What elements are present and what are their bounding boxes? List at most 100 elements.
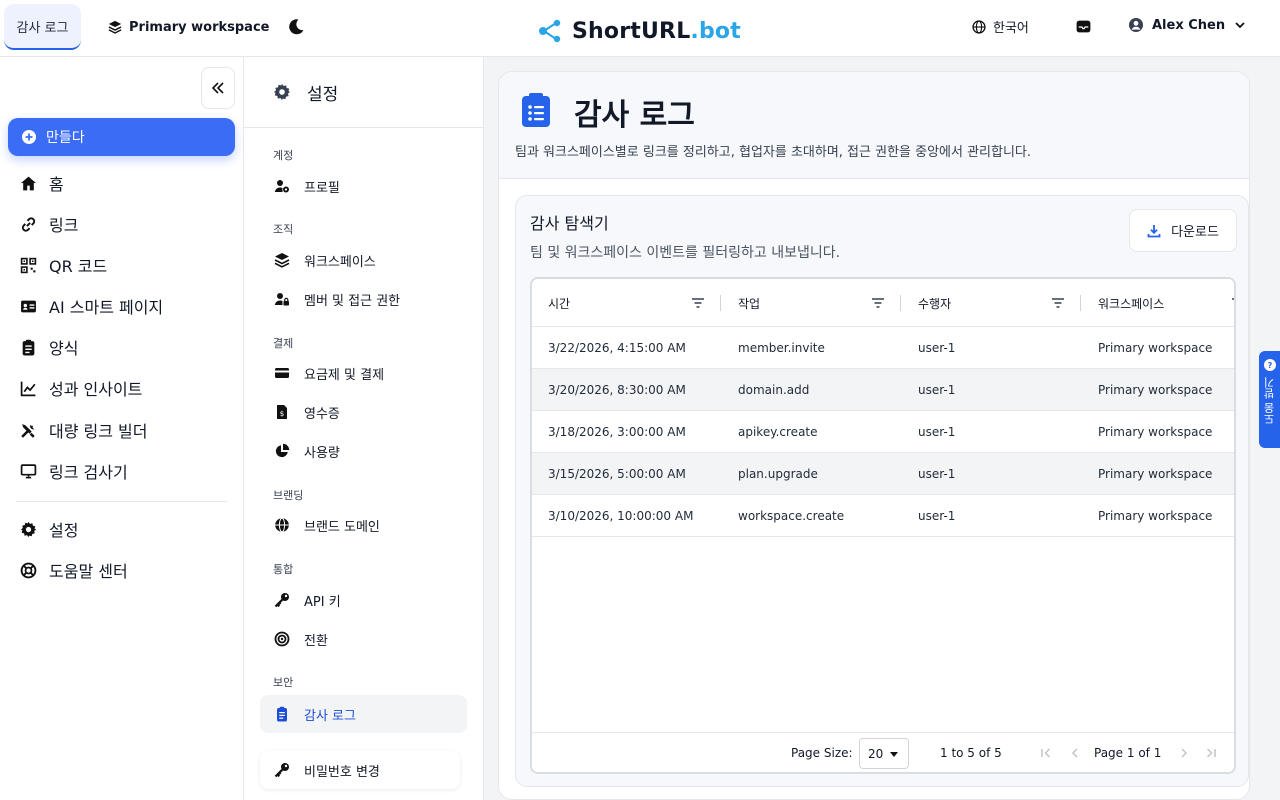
home-icon (21, 176, 36, 190)
key-icon (274, 763, 289, 778)
create-button[interactable]: 만들다 (8, 118, 235, 156)
explorer-subtitle: 팀 및 워크스페이스 이벤트를 필터링하고 내보냅니다. (530, 245, 841, 261)
monitor-icon (20, 463, 37, 478)
settings-item-plan-billing[interactable]: 요금제 및 결제 (260, 354, 467, 392)
settings-title: 설정 (307, 84, 339, 105)
collapse-sidebar-button[interactable] (201, 67, 235, 109)
page-size-select[interactable]: 20 (859, 738, 909, 769)
table-row[interactable]: 3/22/2026, 4:15:00 AM member.invite user… (532, 327, 1234, 369)
nav-label: 링크 검사기 (49, 463, 128, 482)
settings-item-brand-domain[interactable]: 브랜드 도메인 (260, 506, 467, 544)
settings-item-change-password[interactable]: 비밀번호 변경 (260, 751, 460, 789)
settings-item-api-keys[interactable]: API 키 (260, 581, 467, 619)
tab-audit-log[interactable]: 감사 로그 (4, 4, 81, 50)
nav-qr-codes[interactable]: QR 코드 (20, 253, 107, 277)
settings-item-profile[interactable]: 프로필 (260, 167, 467, 205)
table-row[interactable]: 3/18/2026, 3:00:00 AM apikey.create user… (532, 411, 1234, 453)
nav-forms[interactable]: 양식 (20, 335, 78, 359)
column-header-time[interactable]: 시간 (548, 279, 570, 327)
first-page-icon[interactable] (1040, 747, 1052, 759)
pie-chart-icon (275, 443, 290, 458)
settings-item-audit-log[interactable]: 감사 로그 (260, 695, 467, 733)
logo[interactable]: ShortURL.bot (536, 14, 741, 48)
settings-item-members[interactable]: 멤버 및 접근 권한 (260, 280, 467, 318)
column-header-actor[interactable]: 수행자 (918, 279, 951, 327)
settings-item-label: 비밀번호 변경 (304, 764, 380, 780)
filter-icon[interactable] (691, 296, 705, 310)
table-row[interactable]: 3/20/2026, 8:30:00 AM domain.add user-1 … (532, 369, 1234, 411)
column-separator[interactable] (720, 295, 721, 311)
gear-icon (273, 83, 291, 101)
next-page-icon[interactable] (1178, 747, 1190, 759)
audit-table: 시간 작업 수행자 워크스페이스 3/22/2026, 4:15:00 AM m… (530, 277, 1236, 774)
lifebuoy-icon (20, 562, 37, 578)
section-label-account: 계정 (273, 149, 294, 162)
section-label-organization: 조직 (273, 223, 294, 236)
column-header-action[interactable]: 작업 (738, 279, 760, 327)
section-label-integrations: 통합 (273, 563, 294, 576)
workspace-switcher[interactable]: Primary workspace (108, 16, 269, 38)
settings-item-usage[interactable]: 사용량 (260, 432, 467, 470)
section-label-security: 보안 (273, 676, 294, 689)
logo-text: ShortURL.bot (572, 18, 741, 44)
filter-icon[interactable] (1051, 296, 1065, 310)
nav-links[interactable]: 링크 (20, 212, 78, 236)
double-chevron-left-icon (211, 82, 224, 94)
question-circle-icon: ? (1263, 359, 1276, 371)
download-button[interactable]: 다운로드 (1129, 209, 1237, 252)
nav-label: 성과 인사이트 (49, 380, 143, 399)
settings-item-label: 브랜드 도메인 (304, 519, 380, 535)
qr-code-icon (20, 257, 37, 273)
nav-help-center[interactable]: 도움말 센터 (20, 558, 128, 582)
table-row[interactable]: 3/10/2026, 10:00:00 AM workspace.create … (532, 495, 1234, 537)
page-title: 감사 로그 (574, 98, 695, 133)
plus-circle-icon (22, 130, 36, 144)
last-page-icon[interactable] (1205, 747, 1217, 759)
key-icon (274, 593, 289, 608)
settings-item-receipts[interactable]: $ 영수증 (260, 393, 467, 431)
page-indicator: Page 1 of 1 (1094, 746, 1162, 760)
section-label-billing: 결제 (273, 337, 294, 350)
layers-icon (274, 253, 290, 268)
column-separator[interactable] (1080, 295, 1081, 311)
filter-icon[interactable] (1231, 296, 1236, 310)
cell-time: 3/18/2026, 3:00:00 AM (548, 425, 686, 439)
nav-ai-smart-page[interactable]: AI 스마트 페이지 (20, 294, 163, 318)
nav-bulk-link-builder[interactable]: 대량 링크 빌더 (20, 418, 148, 442)
cell-actor: user-1 (918, 467, 956, 481)
column-header-workspace[interactable]: 워크스페이스 (1098, 279, 1164, 327)
nav-home[interactable]: 홈 (20, 171, 64, 195)
table-header: 시간 작업 수행자 워크스페이스 (532, 279, 1236, 327)
user-menu[interactable]: Alex Chen (1128, 17, 1247, 33)
column-separator[interactable] (900, 295, 901, 311)
nav-settings[interactable]: 설정 (20, 517, 78, 541)
nav-label: 링크 (49, 216, 79, 235)
settings-item-workspaces[interactable]: 워크스페이스 (260, 241, 467, 279)
settings-item-label: 사용량 (304, 445, 340, 461)
cell-workspace: Primary workspace (1098, 467, 1213, 481)
nav-link-checker[interactable]: 링크 검사기 (20, 459, 128, 483)
language-label: 한국어 (993, 21, 1029, 36)
settings-item-conversions[interactable]: 전환 (260, 620, 467, 658)
filter-icon[interactable] (871, 296, 885, 310)
moon-icon[interactable] (286, 17, 306, 37)
cell-action: workspace.create (738, 509, 845, 523)
chevron-down-icon (1235, 22, 1245, 29)
target-icon (274, 631, 290, 647)
previous-page-icon[interactable] (1069, 747, 1081, 759)
svg-text:?: ? (1267, 361, 1272, 370)
main-content: 감사 로그 팀과 워크스페이스별로 링크를 정리하고, 협업자를 초대하며, 접… (484, 57, 1280, 800)
row-range: 1 to 5 of 5 (940, 746, 1002, 760)
invoice-icon: $ (277, 405, 287, 419)
cell-time: 3/15/2026, 5:00:00 AM (548, 467, 686, 481)
credit-card-icon (275, 368, 289, 378)
settings-sidebar: 설정 계정 프로필 조직 워크스페이스 멤버 및 접근 권한 결제 요금제 및 … (244, 57, 484, 800)
help-tab[interactable]: ? 도움 받기 (1259, 351, 1280, 448)
table-row[interactable]: 3/15/2026, 5:00:00 AM plan.upgrade user-… (532, 453, 1234, 495)
cell-actor: user-1 (918, 509, 956, 523)
nav-insights[interactable]: 성과 인사이트 (20, 376, 142, 400)
cell-time: 3/22/2026, 4:15:00 AM (548, 341, 686, 355)
inbox-icon[interactable] (1075, 18, 1092, 35)
language-selector[interactable]: 한국어 (972, 17, 1029, 36)
cell-workspace: Primary workspace (1098, 383, 1213, 397)
